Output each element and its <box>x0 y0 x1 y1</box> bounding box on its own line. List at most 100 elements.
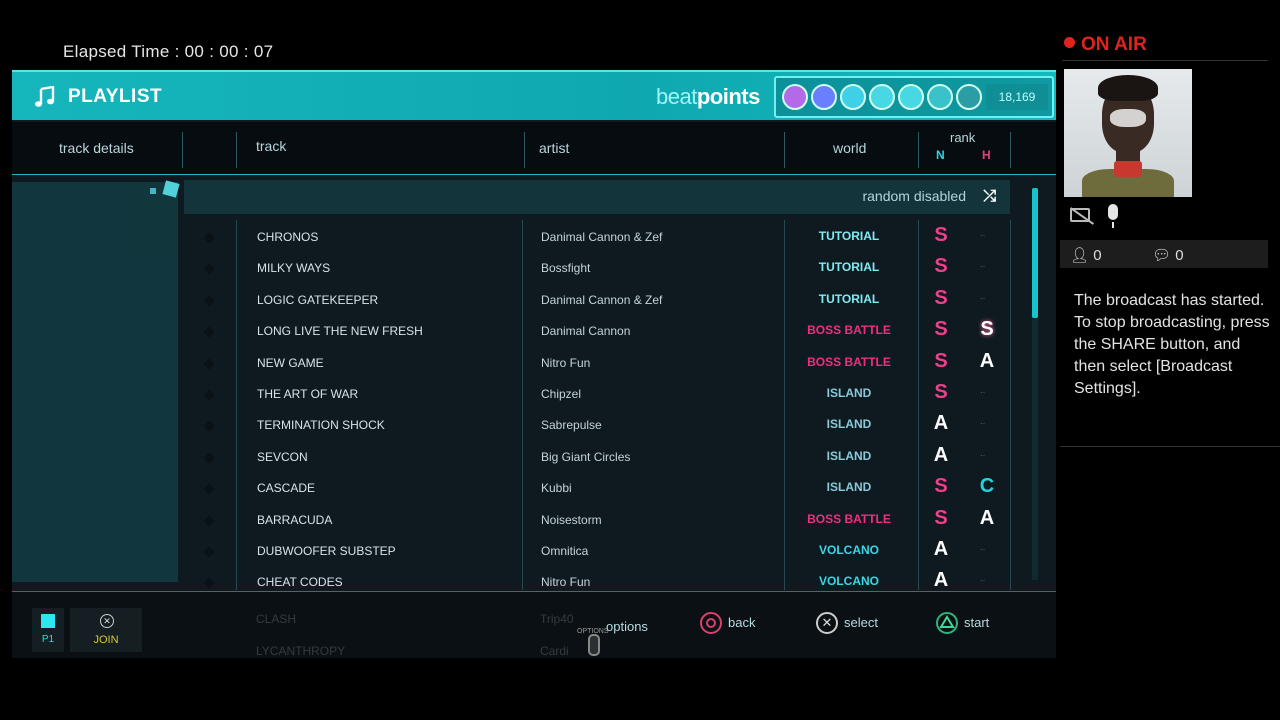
rank-normal: S <box>934 255 948 278</box>
row-bullet-icon <box>203 389 215 401</box>
world-name: ISLAND <box>826 417 872 432</box>
rank-normal: A <box>933 569 949 592</box>
track-row[interactable]: LOGIC GATEKEEPER Danimal Cannon & Zef TUTO… <box>184 285 1010 316</box>
row-bullet-icon <box>203 483 215 495</box>
track-name: BARRACUDA <box>257 512 333 527</box>
scrollbar-thumb[interactable] <box>1032 188 1038 318</box>
track-row[interactable]: CHEAT CODES Nitro Fun VOLCANO A ·· <box>184 567 1010 592</box>
back-label: back <box>728 615 756 630</box>
world-name: BOSS BATTLE <box>807 354 891 369</box>
cube-icon <box>162 180 180 198</box>
beatpoints-badges: 18,169 <box>774 76 1054 118</box>
options-button-icon[interactable] <box>588 634 600 656</box>
random-label: random disabled <box>862 188 966 204</box>
track-row[interactable]: NEW GAME Nitro Fun BOSS BATTLE S A <box>184 348 1010 379</box>
footer-bar: CLASH LYCANTHROPY Trip40 Cardi P1 ✕ JOIN… <box>12 592 1056 658</box>
broadcast-stats: 👤︎ 0 💬︎ 0 <box>1060 240 1268 268</box>
artist-name: Bossfight <box>541 261 591 276</box>
col-rank-n[interactable]: N <box>936 148 945 162</box>
artist-name: Danimal Cannon & Zef <box>541 230 663 244</box>
divider <box>784 132 785 168</box>
rank-empty: ·· <box>980 293 986 303</box>
artist-name: Big Giant Circles <box>541 449 631 464</box>
track-name: CASCADE <box>257 481 316 496</box>
join-button[interactable]: ✕ JOIN <box>70 608 142 652</box>
rank-normal: S <box>934 381 948 403</box>
divider <box>1060 446 1280 447</box>
camera-off-icon[interactable] <box>1070 208 1090 222</box>
artist-name: Sabrepulse <box>541 418 602 433</box>
track-name: NEW GAME <box>257 355 324 370</box>
track-name: LONG LIVE THE NEW FRESH <box>257 324 423 339</box>
rank-hard: A <box>979 506 995 529</box>
world-name: TUTORIAL <box>818 260 880 275</box>
page-title: PLAYLIST <box>68 86 163 107</box>
artist-name: Kubbi <box>541 481 572 496</box>
achievement-badge-icon <box>840 84 866 110</box>
track-row[interactable]: SEVCON Big Giant Circles ISLAND A ·· <box>184 442 1010 473</box>
achievement-badge-icon <box>898 84 924 110</box>
start-label: start <box>964 615 990 630</box>
row-bullet-icon <box>203 295 215 307</box>
player1-slot[interactable]: P1 <box>32 608 64 652</box>
start-button[interactable]: start <box>936 612 1006 636</box>
random-toggle[interactable]: random disabled ⤮ <box>184 180 1010 214</box>
world-name: BOSS BATTLE <box>807 511 891 526</box>
track-row[interactable]: TERMINATION SHOCK Sabrepulse ISLAND A ·· <box>184 410 1010 441</box>
divider <box>1010 132 1011 168</box>
artist-name: Chipzel <box>541 387 582 401</box>
row-bullet-icon <box>203 263 215 276</box>
join-label: JOIN <box>93 634 119 646</box>
row-bullet-icon <box>203 514 215 527</box>
track-row[interactable]: CASCADE Kubbi ISLAND S C <box>184 473 1010 504</box>
col-artist[interactable]: artist <box>539 140 569 156</box>
elapsed-time: Elapsed Time : 00 : 00 : 07 <box>63 42 274 61</box>
cross-button-icon: ✕ <box>100 614 114 628</box>
col-rank-h[interactable]: H <box>982 148 991 162</box>
rank-empty: ·· <box>980 545 986 554</box>
track-row[interactable]: CHRONOS Danimal Cannon & Zef TUTORIAL S ·· <box>184 222 1010 253</box>
divider <box>1010 220 1011 590</box>
track-row[interactable]: DUBWOOFER SUBSTEP Omnitica VOLCANO A ·· <box>184 536 1010 567</box>
track-list: CHRONOS Danimal Cannon & Zef TUTORIAL S ·· MI… <box>184 222 1010 592</box>
player1-label: P1 <box>41 634 55 645</box>
row-bullet-icon <box>203 232 215 244</box>
rank-normal: S <box>934 224 948 246</box>
options-label: options <box>606 619 648 634</box>
triangle-button-icon <box>936 612 958 634</box>
rank-empty: ·· <box>980 450 986 460</box>
track-row[interactable]: MILKY WAYS Bossfight TUTORIAL S ·· <box>184 253 1010 284</box>
back-button[interactable]: back <box>700 612 770 636</box>
artist-name: Nitro Fun <box>541 355 591 370</box>
ghost-track: CLASH <box>256 612 297 626</box>
world-name: TUTORIAL <box>818 291 880 306</box>
broadcast-message: The broadcast has started. To stop broad… <box>1074 292 1270 397</box>
ghost-track: LYCANTHROPY <box>256 644 346 658</box>
rank-hard: S <box>980 318 994 341</box>
microphone-icon[interactable] <box>1108 204 1118 220</box>
col-track[interactable]: track <box>256 138 286 154</box>
microphone-stem <box>1112 222 1114 228</box>
row-bullet-icon <box>203 577 215 590</box>
col-track-details[interactable]: track details <box>59 140 134 156</box>
artist-name: Danimal Cannon & Zef <box>541 292 663 307</box>
divider <box>236 132 237 168</box>
rank-empty: ·· <box>980 419 986 429</box>
world-name: VOLCANO <box>819 574 879 589</box>
viewer-count: 👤︎ 0 <box>1070 247 1102 264</box>
on-air-indicator: ON AIR <box>1064 34 1147 56</box>
ghost-artist: Cardi <box>540 644 569 658</box>
camera-controls <box>1070 204 1130 228</box>
col-rank[interactable]: rank <box>950 130 975 145</box>
artist-name: Omnitica <box>541 544 589 558</box>
track-name: LOGIC GATEKEEPER <box>257 292 379 307</box>
track-row[interactable]: LONG LIVE THE NEW FRESH Danimal Cannon BOS… <box>184 316 1010 347</box>
select-button[interactable]: ✕ select <box>816 612 886 636</box>
achievement-badge-icon <box>956 84 982 110</box>
track-row[interactable]: BARRACUDA Noisestorm BOSS BATTLE S A <box>184 505 1010 536</box>
camera-feed <box>1064 69 1192 197</box>
artist-name: Noisestorm <box>541 512 602 527</box>
col-world[interactable]: world <box>833 140 866 156</box>
track-row[interactable]: THE ART OF WAR Chipzel ISLAND S ·· <box>184 379 1010 410</box>
square-icon <box>41 614 55 628</box>
